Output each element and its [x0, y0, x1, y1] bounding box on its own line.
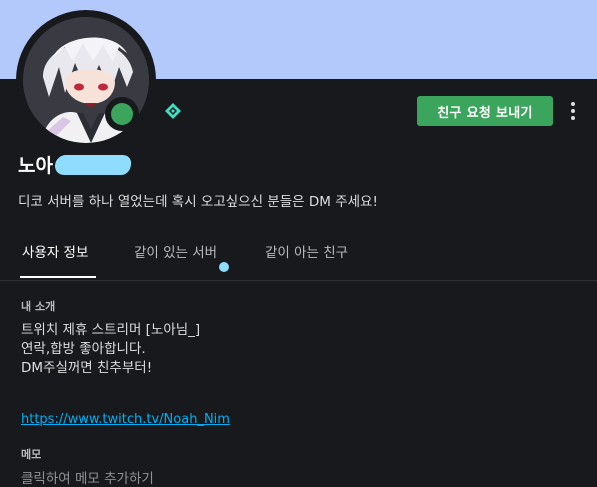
- memo-title: 메모: [21, 448, 42, 461]
- cursor-dot: [219, 262, 229, 272]
- tab-mutual-friends[interactable]: 같이 아는 친구: [265, 241, 348, 261]
- active-tab-indicator: [20, 276, 96, 278]
- more-vertical-icon[interactable]: [562, 98, 584, 124]
- tab-user-info[interactable]: 사용자 정보: [22, 241, 88, 261]
- profile-tabs: 사용자 정보 같이 있는 서버 같이 아는 친구: [0, 232, 597, 281]
- avatar-frame: [16, 10, 156, 150]
- username: 노아: [18, 151, 134, 178]
- username-text: 노아: [18, 155, 53, 177]
- about-me-title: 내 소개: [21, 300, 56, 313]
- redaction-scribble: [52, 154, 134, 175]
- hypesquad-badge-icon[interactable]: [164, 102, 182, 120]
- send-friend-request-button[interactable]: 친구 요청 보내기: [417, 96, 553, 126]
- custom-status: 디코 서버를 하나 열었는데 혹시 오고싶으신 분들은 DM 주세요!: [18, 194, 378, 210]
- tab-mutual-servers[interactable]: 같이 있는 서버: [134, 241, 217, 261]
- about-line: DM주실꺼면 친추부터!: [21, 360, 153, 376]
- about-line: 연락,합방 좋아합니다.: [21, 341, 146, 357]
- status-online-icon: [111, 103, 133, 125]
- about-line: 트위치 제휴 스트리머 [노아님_]: [21, 322, 201, 338]
- memo-input[interactable]: 클릭하여 메모 추가하기: [21, 467, 154, 487]
- twitch-link[interactable]: https://www.twitch.tv/Noah_Nim: [21, 412, 230, 427]
- about-me-text: 트위치 제휴 스트리머 [노아님_] 연락,합방 좋아합니다. DM주실꺼면 친…: [21, 321, 200, 378]
- online-status-indicator: [105, 97, 139, 131]
